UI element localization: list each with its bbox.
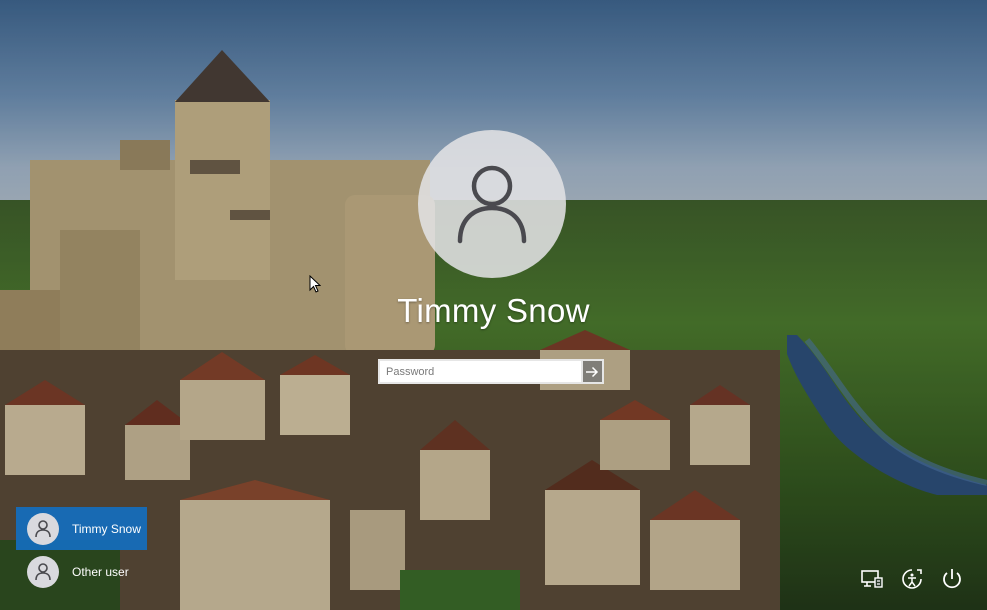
system-actions — [859, 566, 965, 592]
password-input[interactable] — [378, 359, 581, 384]
password-form — [378, 359, 604, 384]
network-button[interactable] — [859, 566, 885, 592]
user-switch-list: Timmy Snow Other user — [16, 507, 147, 593]
user-avatar — [418, 130, 566, 278]
power-button[interactable] — [939, 566, 965, 592]
network-icon — [861, 570, 883, 588]
user-icon — [35, 519, 51, 537]
user-avatar-small — [27, 555, 59, 588]
user-avatar-icon — [457, 165, 527, 244]
user-item-timmy-snow[interactable]: Timmy Snow — [16, 507, 147, 550]
user-avatar-small — [27, 512, 59, 545]
user-item-label: Other user — [72, 564, 129, 579]
user-icon — [35, 562, 51, 580]
user-item-label: Timmy Snow — [72, 521, 141, 536]
user-item-other-user[interactable]: Other user — [16, 550, 147, 593]
arrow-right-icon — [586, 366, 599, 377]
ease-of-access-icon — [902, 569, 922, 589]
power-icon — [943, 569, 961, 589]
submit-button[interactable] — [580, 359, 604, 384]
user-name: Timmy Snow — [397, 292, 590, 329]
ease-of-access-button[interactable] — [899, 566, 925, 592]
lock-screen: Timmy Snow Timmy Snow Other user — [0, 0, 987, 610]
mouse-cursor-icon — [309, 275, 321, 293]
